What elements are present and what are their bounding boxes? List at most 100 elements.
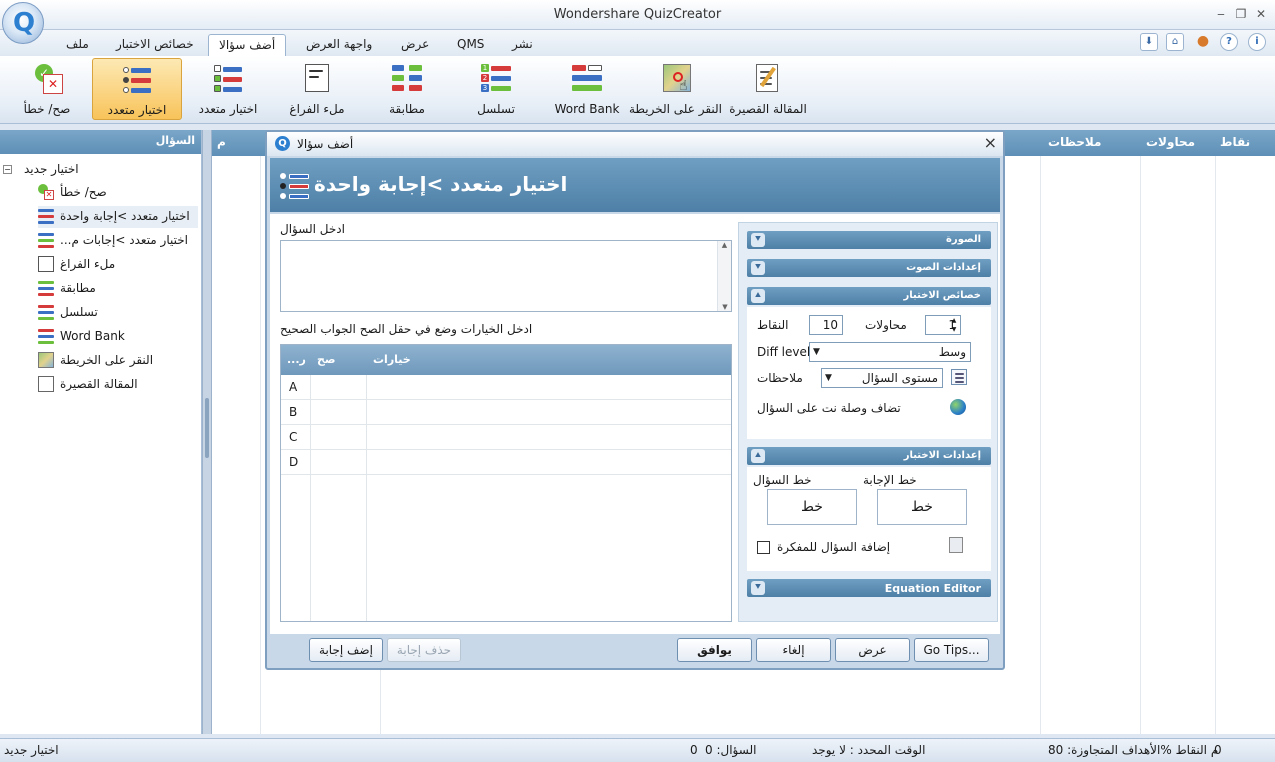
delete-answer-button[interactable]: حذف إجابة [387,638,461,662]
col-attempts[interactable]: محاولات [1146,135,1195,149]
tab-properties[interactable]: خصائص الاختبار [106,34,204,56]
notes-list-icon[interactable] [951,369,967,385]
points-label: النقاط [757,318,789,332]
click-map-button[interactable]: ☝ النقر على الخريطة [629,58,722,120]
choice-row[interactable]: A [281,375,731,400]
cancel-button[interactable]: إلغاء [756,638,831,662]
tree-item-fill-blank[interactable]: ملء الفراغ [38,254,198,276]
minimize-button[interactable]: ‒ [1212,6,1230,22]
view-button[interactable]: عرض [835,638,910,662]
attempts-stepper[interactable]: 1 ▲ ▼ [925,315,961,335]
diff-level-label: Diff level: [757,345,815,359]
bookmark-checkbox[interactable] [757,541,770,554]
notes-select[interactable]: مستوى السؤال ▼ [821,368,943,388]
attempts-label: محاولات [865,318,907,332]
points-field[interactable]: 10 [809,315,843,335]
user-icon[interactable]: ● [1194,33,1212,51]
info-icon[interactable]: i [1248,33,1266,51]
panel-header: السؤال [0,130,201,154]
multiple-choice-icon [121,63,153,95]
section-image[interactable]: الصورة ⯆ [747,231,991,249]
sequence-button[interactable]: 1 2 3 تسلسل [460,58,532,120]
status-target: م النقاط %الأهداف المتجاوزة: 80 [1048,743,1219,757]
choice-row[interactable]: B [281,400,731,425]
col-notes[interactable]: ملاحظات [1048,135,1101,149]
dropdown-arrow-icon: ▼ [813,347,820,357]
title-bar: Wondershare QuizCreator ‒ ❐ ✕ [0,0,1275,30]
status-time: الوقت المحدد : لا يوجد [812,743,926,757]
tab-qms[interactable]: QMS [447,34,494,56]
tab-publish[interactable]: نشر [502,34,543,56]
tree-root[interactable]: اختيار جديد [24,162,79,176]
choice-row[interactable]: D [281,450,731,475]
col-correct[interactable]: صح [317,353,336,366]
choices-table: ...ر صح خيارات A B C D [280,344,732,622]
properties-body: 1 ▲ ▼ محاولات 10 النقاط Diff level: وسط ▼… [747,307,991,439]
choice-row[interactable]: C [281,425,731,450]
matching-icon [38,280,54,296]
chevron-up-icon[interactable]: ⯅ [751,449,765,463]
panel-splitter[interactable] [202,130,212,734]
dialog-body: ادخل السؤال ▲ ▼ ادخل الخيارات وضع في حقل… [270,214,1000,634]
tree-item-click-map[interactable]: النقر على الخريطة [38,350,198,372]
tab-view[interactable]: عرض [391,34,439,56]
stepper-arrows-icon[interactable]: ▲ ▼ [948,316,960,334]
section-equation[interactable]: Equation Editor ⯆ [747,579,991,597]
col-points[interactable]: نقاط [1220,135,1250,149]
col-order[interactable]: ...ر [287,353,306,366]
tree-item-short-essay[interactable]: المقالة القصيرة [38,374,198,396]
download-icon[interactable]: ⬇ [1140,33,1158,51]
chevron-down-icon[interactable]: ⯆ [751,233,765,247]
notepad-icon[interactable] [949,537,963,553]
checklist-icon [38,232,54,248]
answer-font-label: خط الإجابة [863,473,917,487]
question-scrollbar[interactable]: ▲ ▼ [717,241,731,311]
section-sound[interactable]: إعدادات الصوت ⯆ [747,259,991,277]
question-textarea[interactable]: ▲ ▼ [280,240,732,312]
tab-ui[interactable]: واجهة العرض [296,34,382,56]
tree-item-word-bank[interactable]: Word Bank [38,326,198,348]
word-bank-button[interactable]: Word Bank [552,58,622,120]
add-answer-button[interactable]: إضف إجابة [309,638,383,662]
status-points: 0 [1214,743,1222,757]
tree-item-mc-single[interactable]: اختيار متعدد >إجابة واحدة [38,206,198,228]
mc-single-button[interactable]: اختيار متعدد [92,58,182,120]
true-false-button[interactable]: ✓ ✕ صح/ خطأ [12,58,82,120]
tree-item-true-false[interactable]: ✕ صح/ خطأ [38,182,198,204]
help-icon[interactable]: ? [1220,33,1238,51]
answer-font-button[interactable]: خط [877,489,967,525]
question-type-banner: اختيار متعدد >إجابة واحدة [270,158,1000,212]
tree-item-mc-multi[interactable]: اختيار متعدد >إجابات م... [38,230,198,252]
fill-blank-button[interactable]: ملء الفراغ [282,58,352,120]
close-window-button[interactable]: ✕ [1252,6,1270,22]
tree-item-sequence[interactable]: تسلسل [38,302,198,324]
dialog-close-button[interactable]: × [984,134,997,152]
mc-multi-button[interactable]: اختيار متعدد [190,58,266,120]
matching-button[interactable]: مطابقة [370,58,444,120]
question-font-button[interactable]: خط [767,489,857,525]
section-properties[interactable]: خصائص الاختبار ⯅ [747,287,991,305]
app-logo-icon[interactable]: Q [2,2,44,44]
chevron-down-icon[interactable]: ⯆ [751,581,765,595]
home-icon[interactable]: ⌂ [1166,33,1184,51]
status-questions: السؤال: 0 [705,743,757,757]
dropdown-arrow-icon: ▼ [825,373,832,383]
section-settings[interactable]: إعدادات الاختبار ⯅ [747,447,991,465]
essay-pencil-icon [752,62,784,94]
col-q[interactable]: م [217,135,226,149]
question-label: ادخل السؤال [280,222,345,236]
tab-add-question[interactable]: أضف سؤالا [208,34,287,56]
bookmark-label: إضافة السؤال للمفكرة [777,540,891,554]
short-essay-button[interactable]: المقالة القصيرة [728,58,808,120]
tree-item-matching[interactable]: مطابقة [38,278,198,300]
collapse-icon[interactable]: − [3,165,12,174]
globe-icon[interactable] [950,399,966,415]
ok-button[interactable]: يوافق [677,638,752,662]
restore-button[interactable]: ❐ [1232,6,1250,22]
diff-level-select[interactable]: وسط ▼ [809,342,971,362]
col-choices[interactable]: خيارات [373,353,411,366]
chevron-up-icon[interactable]: ⯅ [751,289,765,303]
go-tips-button[interactable]: Go Tips... [914,638,989,662]
tab-file[interactable]: ملف [56,34,99,56]
chevron-down-icon[interactable]: ⯆ [751,261,765,275]
